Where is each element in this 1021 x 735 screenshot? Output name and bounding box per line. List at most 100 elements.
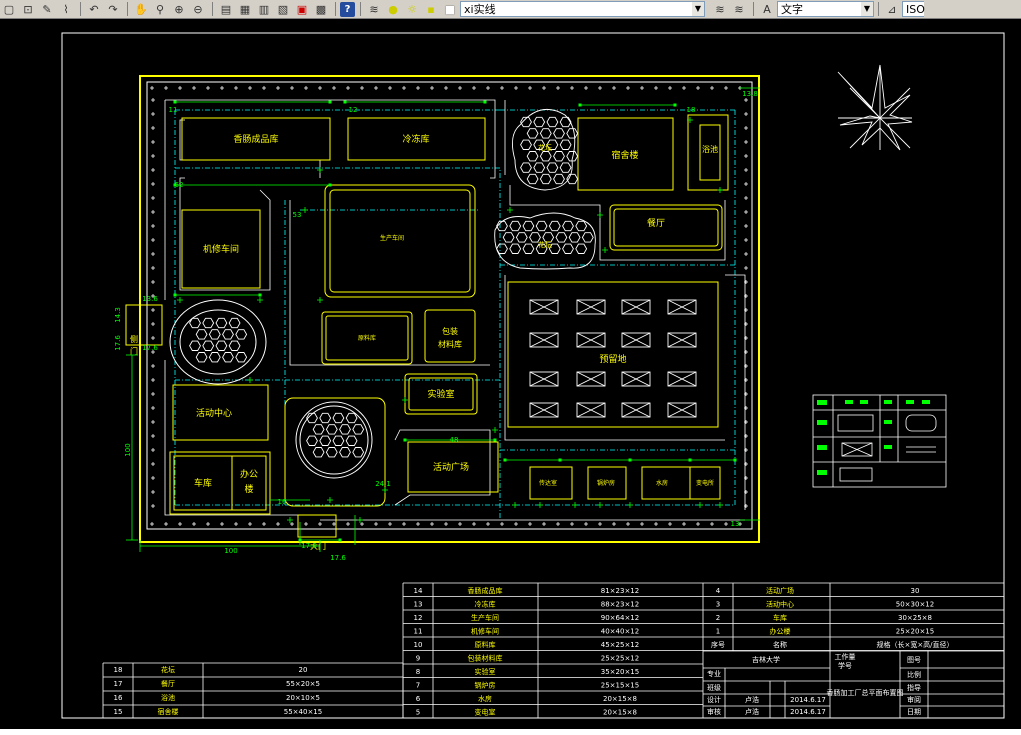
- fence-mark: [388, 86, 392, 90]
- fence-mark: [744, 112, 748, 116]
- label-dormitory: 宿舍楼: [611, 149, 638, 161]
- pencil-icon[interactable]: ✎: [38, 1, 56, 17]
- table-row-name: 活动中心: [766, 600, 794, 609]
- fence-mark: [444, 86, 448, 90]
- sheet-set-icon[interactable]: ▧: [274, 1, 292, 17]
- table-row-name: 办公楼: [770, 627, 791, 636]
- tree-hexagon: [520, 162, 532, 173]
- label-activity-center: 活动中心: [196, 407, 232, 419]
- title-major: 专业: [707, 669, 721, 678]
- dim-bottom-length: 100: [224, 547, 237, 555]
- fence-mark: [318, 86, 322, 90]
- fence-mark: [151, 224, 155, 228]
- label-packaging-1: 包装: [442, 326, 458, 336]
- zoom-previous-icon[interactable]: ⊖: [189, 1, 207, 17]
- layer-dropdown[interactable]: xi实线 ▼: [460, 1, 705, 17]
- design-center-icon[interactable]: ▦: [236, 1, 254, 17]
- chevron-down-icon[interactable]: ▼: [692, 2, 704, 16]
- title-person: 卢浩: [745, 695, 759, 704]
- brush-icon[interactable]: ⌇: [57, 1, 75, 17]
- tree-hexagon: [566, 128, 579, 139]
- fence-mark: [151, 252, 155, 256]
- fence-mark: [234, 86, 238, 90]
- table-row-spec: 45×25×12: [601, 641, 639, 649]
- label-garden-a: 花坛: [538, 143, 552, 152]
- color-swatch-icon[interactable]: ■: [441, 1, 459, 17]
- tool-palettes-icon[interactable]: ▥: [255, 1, 273, 17]
- fence-mark: [151, 364, 155, 368]
- wind-rose-icon: [837, 64, 913, 151]
- match-properties-icon[interactable]: ≋: [730, 1, 748, 17]
- dim-style-icon[interactable]: ⊿: [883, 1, 901, 17]
- redo-icon[interactable]: ↷: [104, 1, 122, 17]
- fence-mark: [151, 140, 155, 144]
- dim-24: 24.1: [375, 480, 391, 488]
- dim-18: 18: [687, 106, 696, 114]
- dim-marker: [597, 212, 603, 218]
- table-row-no: 6: [416, 695, 421, 703]
- open-icon[interactable]: ⊡: [19, 1, 37, 17]
- text-style-dropdown[interactable]: 文字 ▼: [777, 1, 874, 17]
- tree-hexagon: [339, 447, 351, 458]
- layer-state-icon[interactable]: ≋: [711, 1, 729, 17]
- label-substation: 变电所: [696, 479, 714, 487]
- gardens: [169, 299, 373, 479]
- fence-mark: [206, 522, 210, 526]
- dim-top-right: 13.8: [742, 90, 758, 98]
- fence-mark: [584, 86, 588, 90]
- dim-tick: [173, 183, 177, 187]
- fence-mark: [360, 522, 364, 526]
- fence-mark: [234, 522, 238, 526]
- tree-hexagon: [509, 243, 522, 254]
- fence-mark: [626, 86, 630, 90]
- fence-mark: [178, 86, 182, 90]
- new-icon[interactable]: ▢: [0, 1, 18, 17]
- lock-icon[interactable]: ▪: [422, 1, 440, 17]
- label-guard: 传达室: [539, 479, 557, 487]
- fence-mark: [500, 522, 504, 526]
- chevron-down-icon[interactable]: ▼: [861, 2, 873, 16]
- undo-icon[interactable]: ↶: [85, 1, 103, 17]
- fence-mark: [402, 86, 406, 90]
- properties-icon[interactable]: ▤: [217, 1, 235, 17]
- fence-mark: [416, 86, 420, 90]
- tree-hexagon: [509, 220, 522, 232]
- zoom-realtime-icon[interactable]: ⚲: [151, 1, 169, 17]
- tree-hexagon: [526, 151, 539, 162]
- dim-style-dropdown[interactable]: ISO: [902, 1, 925, 17]
- command-line[interactable]: [0, 729, 1021, 735]
- table-row-spec: 50×30×12: [896, 601, 934, 609]
- fence-mark: [528, 522, 532, 526]
- pan-icon[interactable]: ✋: [132, 1, 150, 17]
- help-icon[interactable]: ?: [340, 1, 355, 17]
- label-canteen: 餐厅: [647, 217, 665, 229]
- tree-hexagon: [522, 243, 535, 254]
- tree-hexagon: [202, 317, 215, 329]
- canteen-inner: [613, 208, 719, 247]
- dim-marker: [512, 502, 518, 508]
- table-header-spec: 规格（长×宽×高/直径）: [876, 640, 953, 649]
- zoom-window-icon[interactable]: ⊕: [170, 1, 188, 17]
- fence-mark: [276, 522, 280, 526]
- drawing-canvas[interactable]: 香肠成品库 冷冻库 宿舍楼 浴池 生产车间 机修车间 餐厅 原料库 包装 材料库…: [0, 19, 1021, 729]
- table-row-spec: 81×23×12: [601, 587, 639, 595]
- tree-hexagon: [515, 232, 528, 243]
- layer-manager-icon[interactable]: ≋: [365, 1, 383, 17]
- dim-bottom-a: 17.6: [301, 542, 317, 550]
- garage-office-inner: [173, 455, 267, 511]
- tree-hexagon: [312, 447, 325, 458]
- fence-mark: [584, 522, 588, 526]
- table-row-no: 3: [716, 601, 720, 609]
- table-row-no: 16: [114, 694, 123, 702]
- markup-icon[interactable]: ▣: [293, 1, 311, 17]
- text-style-icon[interactable]: A: [758, 1, 776, 17]
- calculator-icon[interactable]: ▩: [312, 1, 330, 17]
- tree-hexagon: [502, 232, 515, 243]
- tree-hexagon: [548, 220, 561, 232]
- tree-hexagon: [339, 424, 351, 435]
- table-row-no: 10: [414, 641, 423, 649]
- fence-mark: [151, 406, 155, 410]
- bulb-icon[interactable]: ●: [384, 1, 402, 17]
- fence-mark: [710, 522, 714, 526]
- sun-icon[interactable]: ☼: [403, 1, 421, 17]
